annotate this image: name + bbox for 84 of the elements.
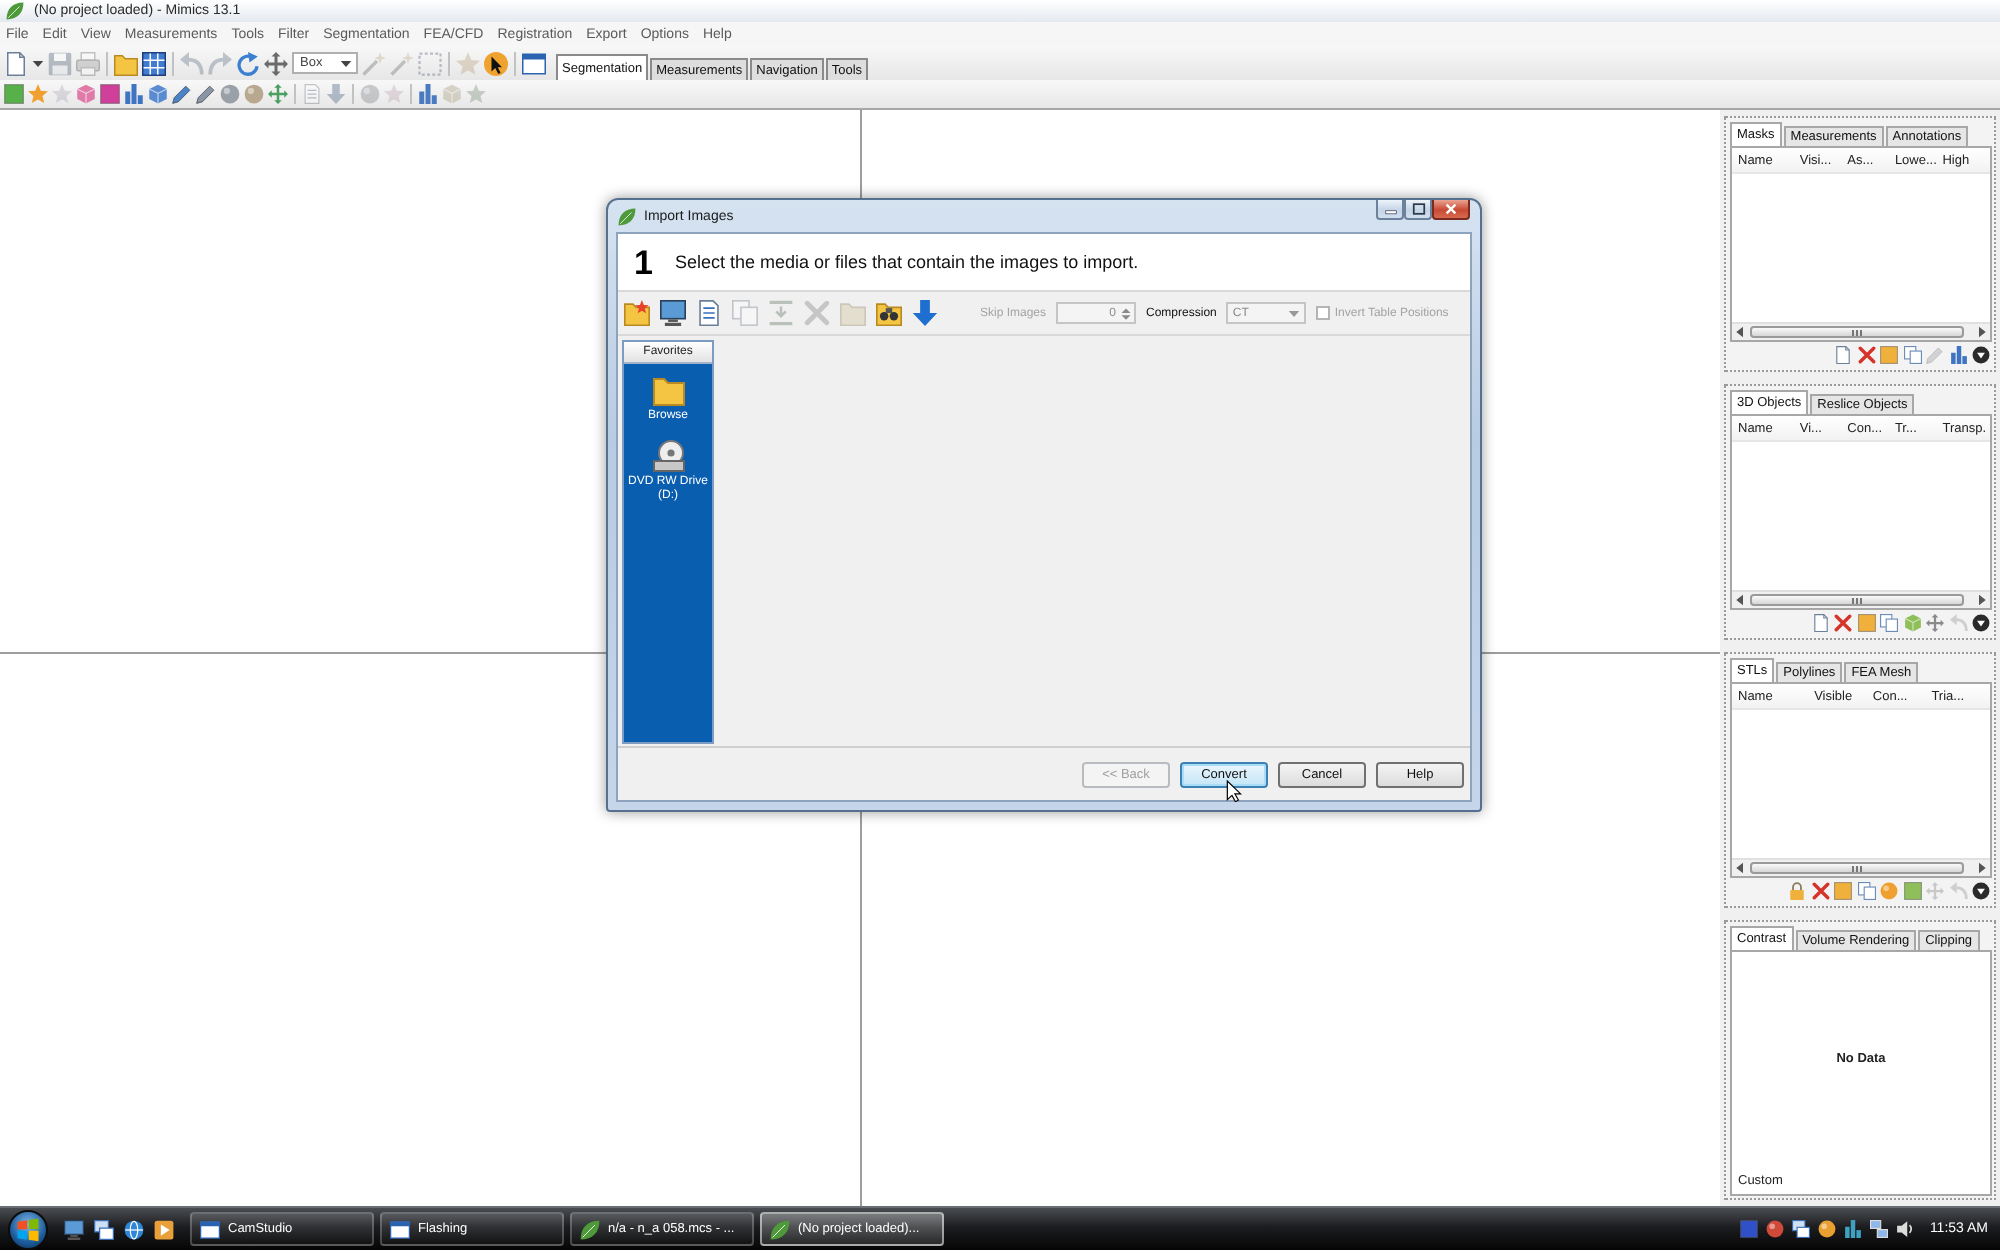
square-icon[interactable]	[1857, 614, 1875, 632]
right-arrow-icon[interactable]	[1976, 862, 1988, 874]
printer-icon[interactable]	[76, 51, 100, 75]
star-icon[interactable]	[456, 51, 480, 75]
scrollbar-thumb[interactable]	[1750, 862, 1964, 874]
document-icon[interactable]	[4, 51, 28, 75]
disc-drive-icon	[649, 440, 687, 473]
caret-icon	[340, 57, 352, 69]
cube-icon[interactable]	[1903, 614, 1921, 632]
stacked-windows-icon[interactable]	[94, 1219, 114, 1239]
bar-chart-icon[interactable]	[418, 84, 438, 104]
step-number: 1	[634, 245, 653, 279]
star-icon[interactable]	[384, 84, 404, 104]
two-monitors-icon[interactable]	[1869, 1220, 1888, 1238]
minimize-button[interactable]	[1376, 200, 1404, 220]
copy-icon[interactable]	[1880, 614, 1898, 632]
horizontal-scrollbar[interactable]	[1732, 322, 1990, 340]
cross-icon[interactable]	[1857, 346, 1875, 364]
document-icon[interactable]	[1834, 346, 1852, 364]
close-icon	[1444, 202, 1458, 216]
horizontal-scrollbar[interactable]	[1732, 858, 1990, 876]
speaker-icon[interactable]	[1895, 1220, 1914, 1238]
start-button[interactable]	[8, 1209, 48, 1249]
document-icon[interactable]	[1811, 614, 1829, 632]
left-arrow-icon[interactable]	[1734, 326, 1746, 338]
bar-chart-icon[interactable]	[1949, 346, 1967, 364]
copy-icon[interactable]	[1903, 346, 1921, 364]
folder-star-icon[interactable]	[624, 300, 650, 326]
caret-icon	[1288, 307, 1301, 319]
circular-arrow-icon[interactable]	[236, 51, 260, 75]
window-icon[interactable]	[522, 51, 546, 75]
square-icon[interactable]	[1739, 1220, 1758, 1238]
cursor-icon[interactable]	[484, 51, 508, 75]
scrollbar-thumb[interactable]	[1750, 594, 1964, 606]
monitor-icon[interactable]	[660, 300, 686, 326]
close-button[interactable]	[1432, 200, 1470, 220]
maximize-icon	[1411, 202, 1425, 216]
down-arrow-icon[interactable]	[912, 300, 938, 326]
leaf-icon	[6, 2, 24, 20]
padlock-icon[interactable]	[1788, 882, 1806, 900]
maximize-button[interactable]	[1404, 200, 1432, 220]
star-icon[interactable]	[52, 84, 72, 104]
folder-binoculars-icon[interactable]	[876, 300, 902, 326]
window-icon	[390, 1219, 410, 1239]
bar-chart-icon[interactable]	[124, 84, 144, 104]
caret-icon[interactable]	[32, 57, 44, 69]
instruction-text: Select the media or files that contain the images to import.	[674, 252, 1139, 272]
sphere-icon[interactable]	[1765, 1220, 1784, 1238]
right-arrow-icon[interactable]	[1976, 326, 1988, 338]
left-arrow-icon[interactable]	[1734, 862, 1746, 874]
leaf-icon	[770, 1219, 790, 1239]
right-arrow-icon[interactable]	[1976, 594, 1988, 606]
flag-icon	[16, 1217, 40, 1241]
horizontal-scrollbar[interactable]	[1732, 590, 1990, 608]
sphere-icon[interactable]	[1817, 1220, 1836, 1238]
folder-icon	[649, 374, 687, 406]
cross-icon[interactable]	[1834, 614, 1852, 632]
square-icon[interactable]	[1903, 882, 1921, 900]
copy-icon[interactable]	[1857, 882, 1875, 900]
cross-icon[interactable]	[1811, 882, 1829, 900]
mouse-pointer-icon	[1226, 780, 1242, 802]
grid-icon[interactable]	[142, 51, 166, 75]
globe-icon[interactable]	[124, 1219, 144, 1239]
down-circle-icon[interactable]	[1972, 614, 1990, 632]
spin-arrows-icon	[1120, 305, 1133, 321]
play-icon[interactable]	[154, 1219, 174, 1239]
bar-chart-icon[interactable]	[1843, 1220, 1862, 1238]
star-icon[interactable]	[28, 84, 48, 104]
leaf-icon	[618, 207, 636, 225]
window-icon	[200, 1219, 220, 1239]
cube-icon[interactable]	[76, 84, 96, 104]
scrollbar-thumb[interactable]	[1750, 326, 1964, 338]
left-arrow-icon[interactable]	[1734, 594, 1746, 606]
four-way-arrow-icon[interactable]	[1926, 614, 1944, 632]
four-way-arrow-icon[interactable]	[268, 84, 288, 104]
down-circle-icon[interactable]	[1972, 882, 1990, 900]
four-way-arrow-icon[interactable]	[264, 51, 288, 75]
list-document-icon[interactable]	[696, 300, 722, 326]
star-icon[interactable]	[466, 84, 486, 104]
cube-icon[interactable]	[148, 84, 168, 104]
down-circle-icon[interactable]	[1972, 346, 1990, 364]
monitor-icon[interactable]	[64, 1219, 84, 1239]
stacked-windows-icon[interactable]	[1791, 1220, 1810, 1238]
leaf-icon	[580, 1219, 600, 1239]
